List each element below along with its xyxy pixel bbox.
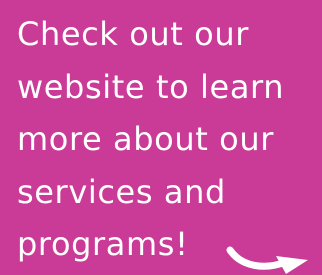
promo-card: Check out our website to learn more abou…	[0, 0, 322, 275]
curved-arrow-icon	[226, 246, 308, 274]
promo-line-4: services and	[17, 172, 226, 211]
promo-line-3: more about our	[17, 120, 274, 158]
promo-line-2: website to learn	[17, 67, 285, 106]
promo-line-1: Check out our	[17, 15, 250, 53]
promo-message: Check out our website to learn more abou…	[17, 8, 317, 271]
